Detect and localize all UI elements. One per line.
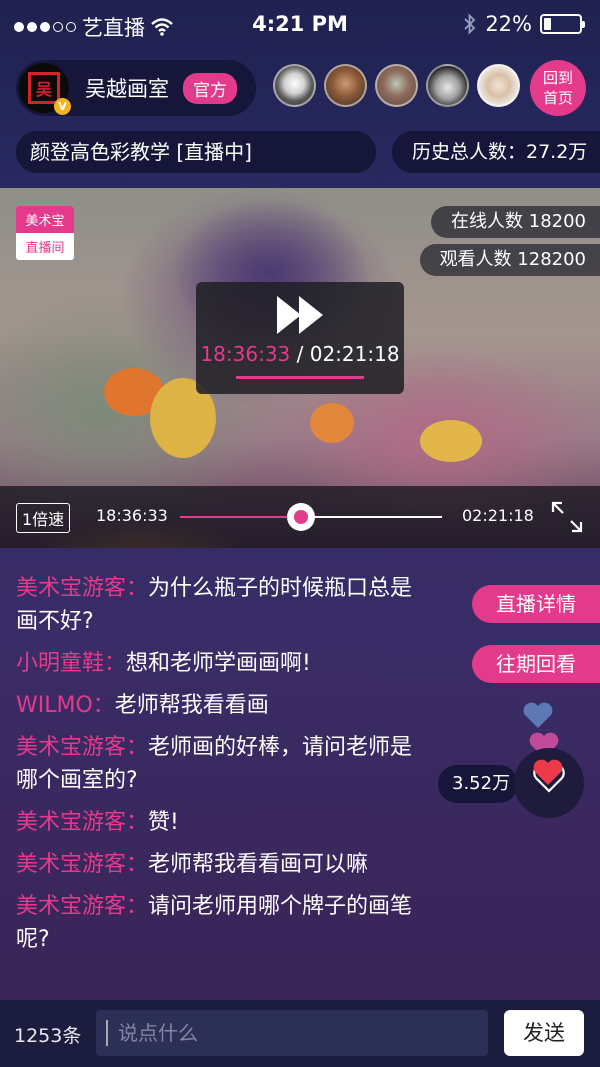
- chat-user[interactable]: 美术宝游客：: [16, 735, 148, 760]
- chat-message: 美术宝游客：赞!: [16, 806, 416, 839]
- viewer-avatar[interactable]: [375, 64, 418, 107]
- chat-user[interactable]: WILMO：: [16, 693, 115, 718]
- chat-user[interactable]: 美术宝游客：: [16, 810, 148, 835]
- status-right: 22%: [463, 12, 585, 36]
- fullscreen-icon[interactable]: [550, 500, 584, 534]
- live-title: 颜登高色彩教学 [直播中]: [16, 131, 376, 173]
- brand-tag-line2: 直播间: [25, 241, 65, 256]
- chat-message: WILMO：老师帮我看看画: [16, 689, 416, 722]
- viewer-avatar[interactable]: [426, 64, 469, 107]
- heart-red-icon: [533, 759, 563, 785]
- chat-text: 老师帮我看看画: [114, 693, 269, 718]
- host-logo[interactable]: 吴 V: [19, 63, 71, 115]
- chat-message: 小明童鞋：想和老师学画画啊!: [16, 647, 416, 680]
- comment-bar: 1253条 说点什么 发送: [0, 1000, 600, 1067]
- viewer-avatar[interactable]: [477, 64, 520, 107]
- host-seal-icon: 吴: [28, 72, 60, 104]
- replay-button[interactable]: 往期回看: [472, 645, 600, 683]
- like-button[interactable]: [514, 748, 584, 818]
- seek-underline: [236, 376, 364, 379]
- verified-badge: V: [54, 98, 71, 115]
- video-player[interactable]: 美术宝 直播间 在线人数 18200 观看人数 128200 18:36:33 …: [0, 188, 600, 548]
- comment-input[interactable]: 说点什么: [96, 1010, 488, 1056]
- chat-user[interactable]: 美术宝游客：: [16, 894, 148, 919]
- host-card[interactable]: 吴 V 吴越画室 官方: [16, 60, 256, 116]
- watched-count: 观看人数 128200: [419, 244, 600, 276]
- brand-tag: 美术宝 直播间: [16, 206, 74, 260]
- fast-forward-icon: [275, 296, 325, 334]
- chat-text: 老师帮我看看画可以嘛: [148, 852, 369, 877]
- viewer-avatars: [273, 64, 520, 107]
- back-home-label-1: 回到: [542, 69, 573, 87]
- floating-heart-icon: [523, 702, 553, 728]
- chat-user[interactable]: 美术宝游客：: [16, 576, 148, 601]
- bar-total-time: 02:21:18: [462, 506, 534, 525]
- chat-message: 美术宝游客：老师帮我看看画可以嘛: [16, 848, 416, 881]
- battery-icon: [540, 14, 585, 34]
- bluetooth-icon: [464, 13, 476, 35]
- chat-user[interactable]: 美术宝游客：: [16, 852, 148, 877]
- comment-count: 1253条: [14, 1025, 82, 1047]
- history-total: 历史总人数：27.2万: [392, 131, 600, 173]
- seek-overlay: 18:36:33 / 02:21:18: [196, 282, 404, 394]
- chat-text: 赞!: [148, 810, 179, 835]
- chat-message: 美术宝游客：请问老师用哪个牌子的画笔呢?: [16, 890, 416, 956]
- viewer-avatar[interactable]: [324, 64, 367, 107]
- chat-user[interactable]: 小明童鞋：: [16, 651, 126, 676]
- live-details-button[interactable]: 直播详情: [472, 585, 600, 623]
- chat-message: 美术宝游客：老师画的好棒，请问老师是哪个画室的?: [16, 731, 416, 797]
- video-controls: 1倍速 18:36:33 02:21:18: [0, 486, 600, 548]
- brand-tag-line1: 美术宝: [16, 206, 74, 233]
- speed-button[interactable]: 1倍速: [16, 503, 71, 533]
- seek-current-time: 18:36:33: [200, 342, 291, 366]
- chat-text: 想和老师学画画啊!: [126, 651, 311, 676]
- viewer-avatar[interactable]: [273, 64, 316, 107]
- back-home-label-2: 首页: [542, 89, 573, 107]
- online-count: 在线人数 18200: [431, 206, 600, 238]
- seek-duration: / 02:21:18: [296, 342, 400, 366]
- bar-current-time: 18:36:33: [96, 506, 168, 525]
- host-name: 吴越画室: [85, 77, 169, 101]
- battery-percent: 22%: [485, 12, 532, 36]
- official-badge: 官方: [183, 72, 237, 104]
- progress-fill: [180, 516, 301, 518]
- chat-message: 美术宝游客：为什么瓶子的时候瓶口总是画不好?: [16, 572, 416, 638]
- send-button[interactable]: 发送: [504, 1010, 584, 1056]
- progress-knob[interactable]: [286, 503, 315, 531]
- painting-fruit: [310, 403, 354, 443]
- back-home-button[interactable]: 回到 首页: [530, 60, 586, 116]
- like-count: 3.52万: [438, 765, 518, 803]
- chat-list: 美术宝游客：为什么瓶子的时候瓶口总是画不好? 小明童鞋：想和老师学画画啊! WI…: [16, 572, 416, 965]
- status-bar: 艺直播 4:21 PM 22%: [0, 0, 600, 50]
- painting-fruit: [420, 420, 482, 462]
